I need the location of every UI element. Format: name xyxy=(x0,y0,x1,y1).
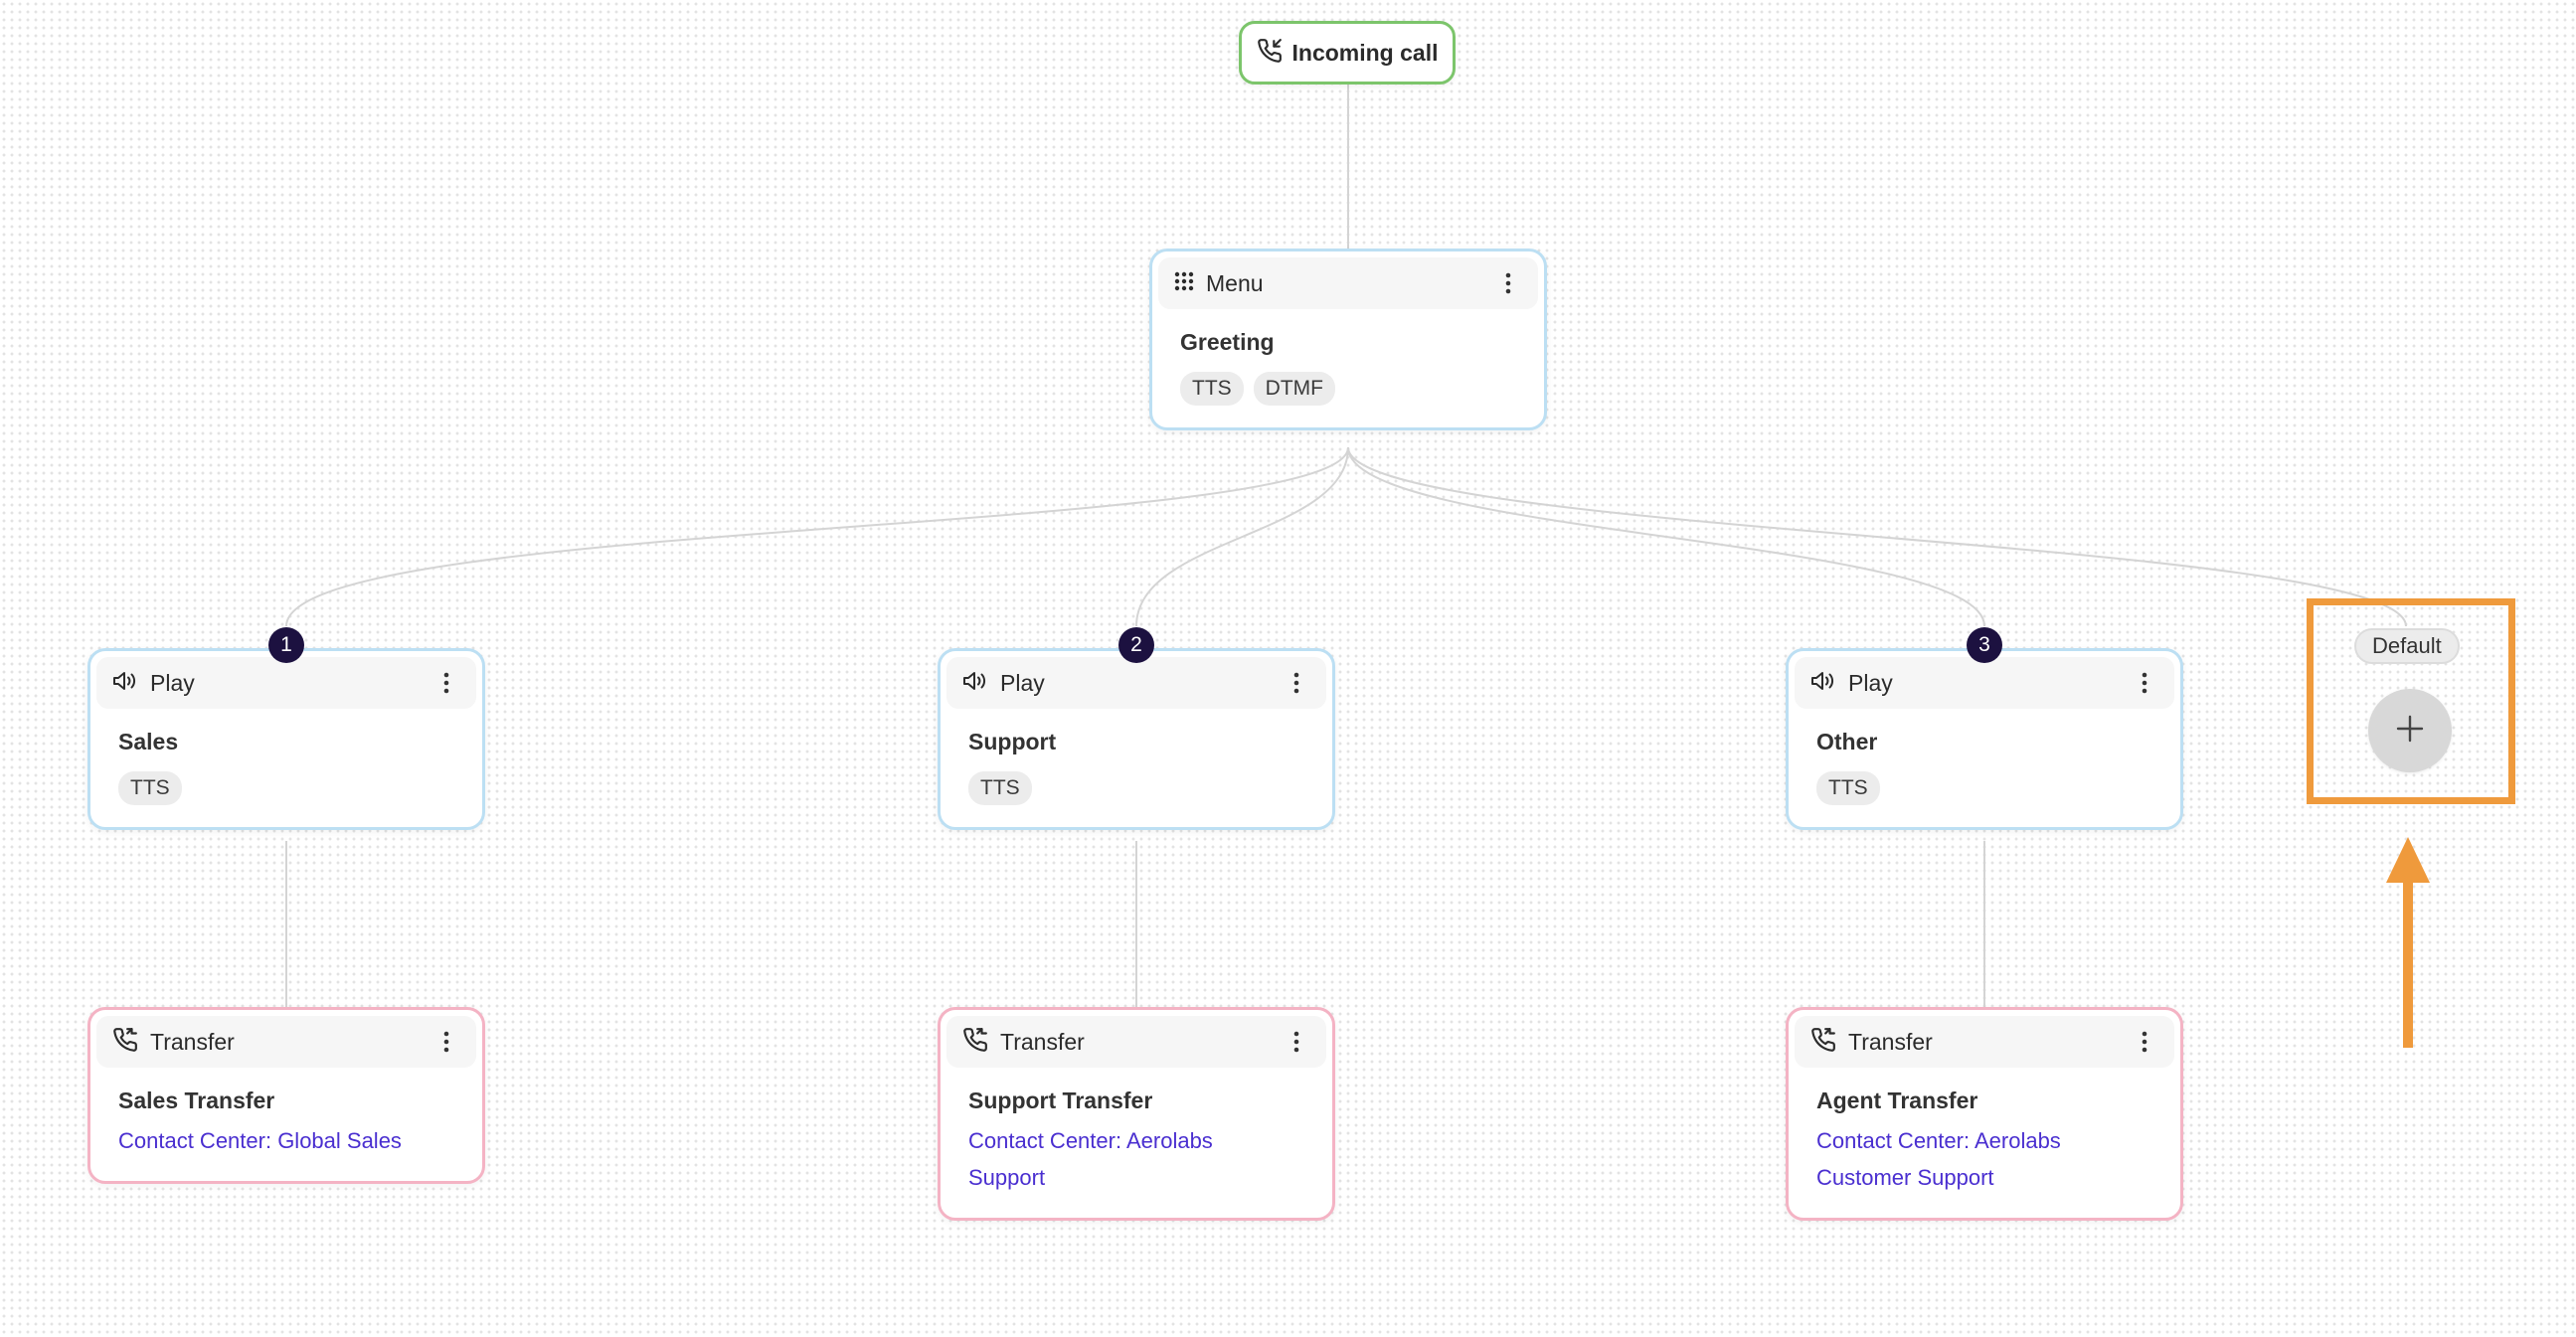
node-header: Transfer xyxy=(96,1016,476,1068)
play-node-other[interactable]: Play Other TTS xyxy=(1786,648,2183,830)
tts-chip: TTS xyxy=(968,771,1032,805)
node-header: Transfer xyxy=(1795,1016,2174,1068)
incoming-call-node[interactable]: Incoming call xyxy=(1239,21,1456,84)
node-options-icon[interactable] xyxy=(1496,266,1520,300)
tts-chip: TTS xyxy=(118,771,182,805)
edge-menu-to-default xyxy=(1347,446,2407,627)
node-options-icon[interactable] xyxy=(2133,666,2156,700)
transfer-target-line: Contact Center: Global Sales xyxy=(118,1128,402,1153)
transfer-target-link[interactable]: Contact Center: Aerolabs Support xyxy=(968,1122,1304,1196)
transfer-node-support[interactable]: Transfer Support Transfer Contact Center… xyxy=(938,1007,1335,1221)
incoming-call-label: Incoming call xyxy=(1291,39,1439,66)
add-default-node-button[interactable] xyxy=(2368,689,2452,772)
node-type-label: Transfer xyxy=(150,1028,235,1055)
transfer-node-agent[interactable]: Transfer Agent Transfer Contact Center: … xyxy=(1786,1007,2183,1221)
node-title: Other xyxy=(1816,729,1878,754)
node-options-icon[interactable] xyxy=(1285,666,1308,700)
node-options-icon[interactable] xyxy=(434,666,458,700)
speaker-icon xyxy=(962,670,988,697)
transfer-target-link[interactable]: Contact Center: Aerolabs Customer Suppor… xyxy=(1816,1122,2152,1196)
node-header: Play xyxy=(946,657,1326,709)
branch-badge-1: 1 xyxy=(268,627,304,663)
menu-node[interactable]: Menu Greeting TTS DTMF xyxy=(1149,249,1547,430)
phone-transfer-icon xyxy=(962,1027,988,1058)
dtmf-chip: DTMF xyxy=(1253,372,1335,406)
edge-menu-to-play-2 xyxy=(1135,446,1349,627)
node-title: Support Transfer xyxy=(968,1087,1153,1113)
speaker-icon xyxy=(112,670,138,697)
default-branch-label: Default xyxy=(2354,628,2460,664)
transfer-node-sales[interactable]: Transfer Sales Transfer Contact Center: … xyxy=(87,1007,485,1184)
node-header: Menu xyxy=(1158,257,1538,309)
node-title: Agent Transfer xyxy=(1816,1087,1978,1113)
dialpad-icon xyxy=(1174,271,1194,296)
node-header: Transfer xyxy=(946,1016,1326,1068)
flow-canvas[interactable]: Incoming call Menu Greeting TTS DTMF Pla… xyxy=(0,0,2576,1337)
node-options-icon[interactable] xyxy=(2133,1025,2156,1059)
node-title: Sales xyxy=(118,729,179,754)
node-type-label: Play xyxy=(150,669,195,696)
node-type-label: Transfer xyxy=(1000,1028,1085,1055)
play-node-sales[interactable]: Play Sales TTS xyxy=(87,648,485,830)
play-node-support[interactable]: Play Support TTS xyxy=(938,648,1335,830)
edge-menu-to-play-1 xyxy=(285,446,1349,627)
speaker-icon xyxy=(1810,670,1836,697)
tts-chip: TTS xyxy=(1180,372,1244,406)
transfer-target-line: Customer Support xyxy=(1816,1165,1994,1190)
node-title: Greeting xyxy=(1180,329,1275,355)
node-options-icon[interactable] xyxy=(1285,1025,1308,1059)
node-type-label: Play xyxy=(1848,669,1893,696)
node-title: Support xyxy=(968,729,1057,754)
phone-incoming-icon xyxy=(1257,38,1283,69)
plus-icon xyxy=(2395,714,2425,749)
node-type-label: Play xyxy=(1000,669,1045,696)
node-type-label: Menu xyxy=(1206,269,1264,296)
phone-transfer-icon xyxy=(1810,1027,1836,1058)
tts-chip: TTS xyxy=(1816,771,1880,805)
node-header: Play xyxy=(1795,657,2174,709)
branch-badge-3: 3 xyxy=(1967,627,2002,663)
edge-menu-to-play-3 xyxy=(1347,446,1985,627)
transfer-target-line: Support xyxy=(968,1165,1046,1190)
arrow-up-annotation-icon xyxy=(2384,835,2432,1055)
branch-badge-2: 2 xyxy=(1118,627,1154,663)
transfer-target-link[interactable]: Contact Center: Global Sales xyxy=(118,1122,454,1159)
node-title: Sales Transfer xyxy=(118,1087,275,1113)
transfer-target-line: Contact Center: Aerolabs xyxy=(968,1128,1213,1153)
transfer-target-line: Contact Center: Aerolabs xyxy=(1816,1128,2061,1153)
node-header: Play xyxy=(96,657,476,709)
node-type-label: Transfer xyxy=(1848,1028,1933,1055)
phone-transfer-icon xyxy=(112,1027,138,1058)
node-options-icon[interactable] xyxy=(434,1025,458,1059)
